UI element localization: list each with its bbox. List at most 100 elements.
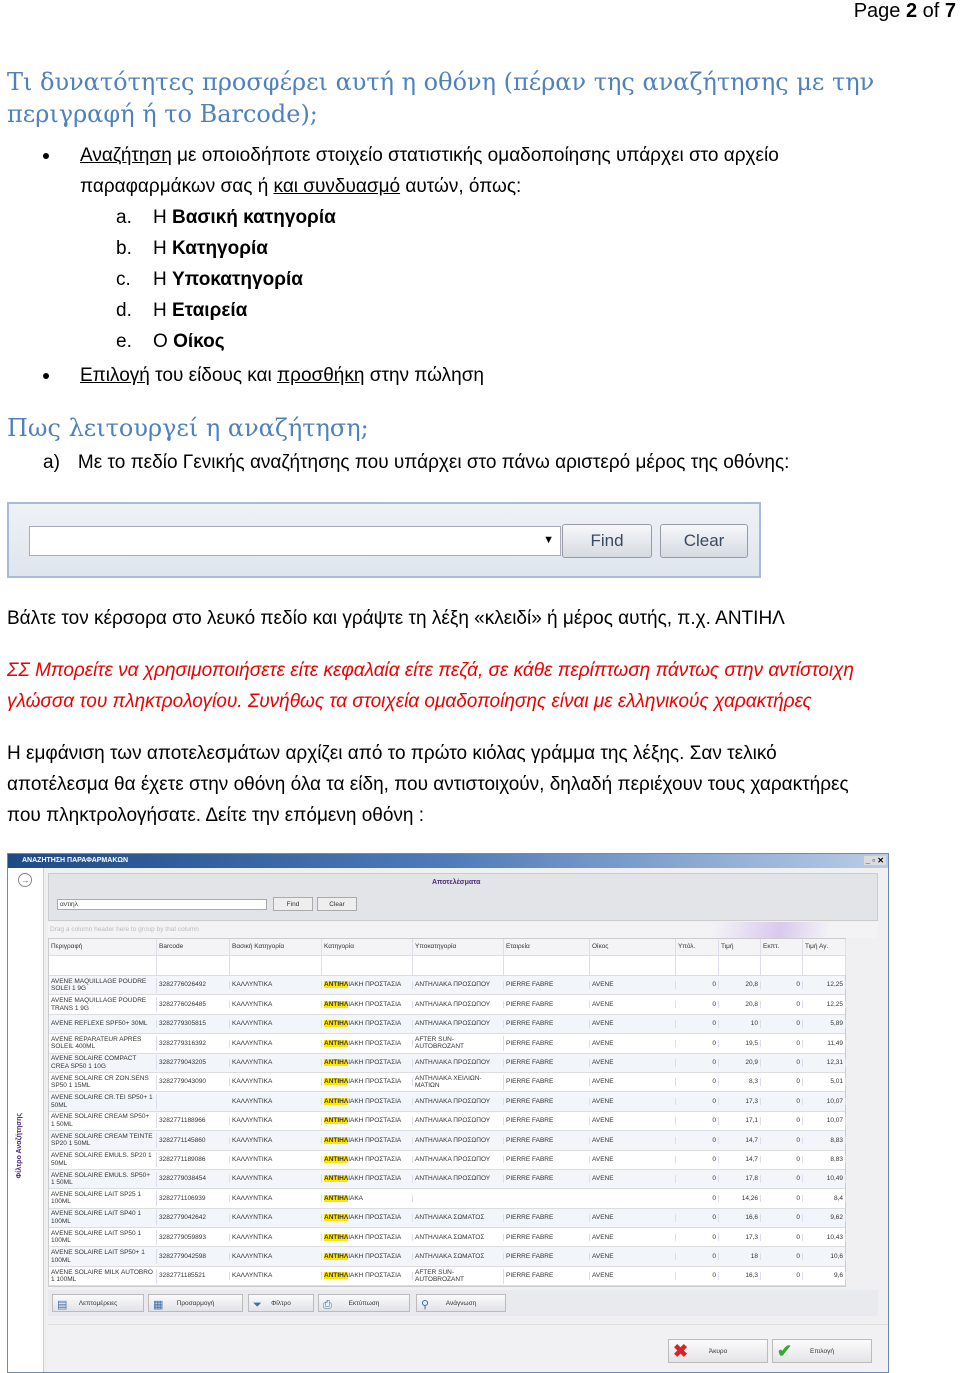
filter-cell[interactable] [230,956,322,975]
filter-cell[interactable] [761,956,803,975]
table-cell: ΚΑΛΛΥΝΤΙΚΑ [230,1233,322,1242]
table-row[interactable]: AVENE SOLAIRE CREAM SP50+ 1 50ML 32827711… [49,1112,846,1132]
table-cell: ΑΝΤΗΛΙΑΚΑ ΠΡΟΣΩΠΟΥ [413,981,504,989]
column-header[interactable]: Κατηγορία [322,939,413,955]
filter-cell[interactable] [803,956,846,975]
toolbar-button[interactable]: ⏷ Φίλτρο [248,1294,314,1312]
table-cell: 0 [761,1214,803,1222]
table-cell: ΑΝΤΗΛΙΑΚΑ ΠΡΟΣΩΠΟΥ [413,1020,504,1028]
table-cell: ΑΝΤΗΛΙΑΚΑ ΧΕΙΛΙΩΝ-ΜΑΤΙΩΝ [413,1074,504,1090]
search-highlight: ΑΝΤΙΗΛ [324,1175,349,1183]
column-header[interactable]: Τιμή [719,939,761,955]
table-cell: 12,31 [803,1059,846,1067]
table-cell: 0 [761,1233,803,1242]
find-button[interactable]: Find [273,897,313,911]
table-cell: ΑΝΤΙΗΛΙΑΚΗ ΠΡΟΣΤΑΣΙΑ [322,1000,413,1009]
table-cell: AVENE [590,1059,676,1067]
column-header[interactable]: Υποκατηγορία [413,939,504,955]
dropdown-arrow-icon[interactable]: ▼ [543,534,554,546]
toolbar-button[interactable]: ▦ Προσαρμογή [148,1294,243,1312]
filter-cell[interactable] [676,956,719,975]
filter-cell[interactable] [504,956,590,975]
filter-cell[interactable] [719,956,761,975]
check-icon: ✔ [777,1341,793,1361]
column-header[interactable]: Βασική Κατηγορία [230,939,322,955]
table-cell: 0 [761,1020,803,1028]
criteria-item: b. Η Κατηγορία [116,238,268,259]
column-header[interactable]: Εκπτ. [761,939,803,955]
clear-button[interactable]: Clear [317,897,357,911]
table-cell: ΑΝΤΗΛΙΑΚΑ ΠΡΟΣΩΠΟΥ [413,1155,504,1164]
filter-cell[interactable] [157,956,230,975]
column-header[interactable]: Υπόλ. [676,939,719,955]
filter-cell[interactable] [322,956,413,975]
column-header[interactable]: Περιγραφή [49,939,157,955]
side-filter-label[interactable]: Φίλτρο Αναζήτησης [16,1113,23,1178]
search-highlight: ΑΝΤΙΗΛ [324,1155,349,1163]
table-row[interactable]: AVENE SOLAIRE CREAM TEINTE SP20 1 50ML 32… [49,1131,846,1151]
table-cell: ΑΝΤΙΗΛΙΑΚΗ ΠΡΟΣΤΑΣΙΑ [322,1175,413,1183]
toolbar-button[interactable]: ⚲ Ανάγνωση [416,1294,506,1312]
table-cell: ΑΝΤΙΗΛΙΑΚΗ ΠΡΟΣΤΑΣΙΑ [322,1059,413,1067]
filter-cell[interactable] [413,956,504,975]
table-cell: 0 [676,1000,719,1009]
cancel-button[interactable]: ✖ Άκυρο [668,1339,768,1363]
table-row[interactable]: AVENE SOLAIRE LAIT SP50+ 1 100ML 32827790… [49,1247,846,1267]
table-cell: 12,25 [803,1000,846,1009]
table-cell: 20,8 [719,1000,761,1009]
table-row[interactable]: AVENE REPARATEUR APRES SOLEIL 400ML 32827… [49,1034,846,1054]
table-row[interactable]: AVENE SOLAIRE CR ZON.SENS SP50 1 15ML 328… [49,1073,846,1093]
search-highlight: ΑΝΤΙΗΛ [324,1020,349,1028]
column-header[interactable]: Τιμή Αγ. [803,939,846,955]
filter-row[interactable] [49,956,846,976]
arrow-right-icon[interactable]: → [18,873,32,887]
table-row[interactable]: AVENE SOLAIRE MILK AUTOBRO 1 100ML 328277… [49,1267,846,1287]
table-cell: 0 [676,1233,719,1242]
table-cell: ΑΝΤΙΗΛΙΑΚΗ ΠΡΟΣΤΑΣΙΑ [322,1214,413,1222]
table-cell: 0 [676,1272,719,1280]
scrollbar[interactable] [865,922,875,1282]
table-row[interactable]: AVENE SOLAIRE CR.TEI SP50+ 1 50ML ΚΑΛΛΥΝΤ… [49,1092,846,1112]
table-row[interactable]: AVENE MAQUILLAGE POUDRE SOLEI 1 9G 328277… [49,976,846,996]
table-row[interactable]: AVENE SOLAIRE LAIT SP40 1 100ML 328277904… [49,1208,846,1229]
table-row[interactable]: AVENE SOLAIRE LAIT SP25 1 100ML 328277110… [49,1189,846,1209]
table-cell: PIERRE FABRE [504,1078,590,1086]
table-cell: AFTER SUN-AUTOBROZANT [413,1035,504,1051]
filter-icon: ⏷ [253,1299,262,1311]
magnifier-icon: ⚲ [421,1299,430,1311]
table-cell: AVENE SOLAIRE LAIT SP50+ 1 100ML [49,1249,157,1265]
search-highlight: ΑΝΤΙΗΛ [324,1214,349,1222]
table-cell: 3282771106939 [157,1194,230,1203]
table-cell: AVENE SOLAIRE CR.TEI SP50+ 1 50ML [49,1094,157,1110]
column-header[interactable]: Εταιρεία [504,939,590,955]
window-controls[interactable]: _ ▫ ✕ [863,856,886,865]
table-row[interactable]: AVENE SOLAIRE EMULS. SP20 1 50ML 32827711… [49,1151,846,1170]
table-cell: ΑΝΤΙΗΛΙΑΚΗ ΠΡΟΣΤΑΣΙΑ [322,1117,413,1125]
table-cell: AVENE [590,1214,676,1222]
filter-cell[interactable] [49,956,157,975]
table-row[interactable]: AVENE SOLAIRE LAIT SP50 1 100ML 328277905… [49,1228,846,1248]
table-row[interactable]: AVENE SOLAIRE COMPACT CREA SP50 1 10G 328… [49,1053,846,1073]
table-cell: ΑΝΤΗΛΙΑΚΑ ΠΡΟΣΩΠΟΥ [413,1059,504,1067]
close-icon: ✖ [673,1341,689,1361]
find-button[interactable]: Find [562,524,652,558]
column-header[interactable]: Barcode [157,939,230,955]
general-search-input[interactable]: ▼ [29,526,561,556]
table-row[interactable]: AVENE REFLEXE SPF50+ 30ML 3282779305815 ΚΑ… [49,1014,846,1035]
table-cell: 0 [676,1097,719,1106]
toolbar-button[interactable]: ⎙ Εκτύπωση [318,1294,410,1312]
table-cell: 3282779043205 [157,1059,230,1067]
table-cell: 14,7 [719,1136,761,1145]
table-cell: PIERRE FABRE [504,1272,590,1280]
filter-cell[interactable] [590,956,676,975]
title-bar: ΑΝΑΖΗΤΗΣΗ ΠΑΡΑΦΑΡΜΑΚΩΝ _ ▫ ✕ [8,854,888,868]
clear-button[interactable]: Clear [660,524,748,558]
table-row[interactable]: AVENE MAQUILLAGE POUDRE TRANS 1 9G 328277… [49,995,846,1015]
table-cell: 0 [761,1136,803,1145]
search-input[interactable]: αντιηλ [57,899,267,910]
group-by-area[interactable]: Drag a column header here to group by th… [48,922,878,938]
toolbar-button[interactable]: ▤ Λεπτομέρειες [52,1294,144,1312]
column-header[interactable]: Οίκος [590,939,676,955]
select-button[interactable]: ✔ Επιλογή [772,1339,872,1363]
table-row[interactable]: AVENE SOLAIRE EMULS. SP50+ 1 50ML 3282779… [49,1169,846,1190]
